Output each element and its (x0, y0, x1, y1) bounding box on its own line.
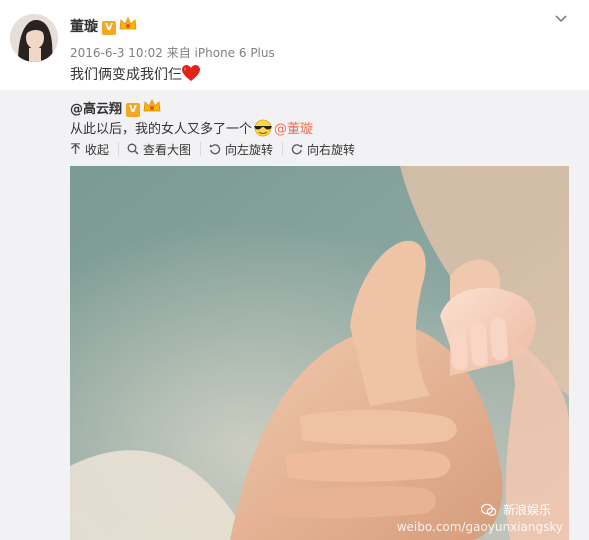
image-toolbar: 收起 查看大图 向左旋转 向右旋转 (70, 142, 372, 157)
author-line: 董璇 V (70, 16, 137, 36)
post-source[interactable]: iPhone 6 Plus (195, 46, 275, 60)
rotate-right-label: 向右旋转 (307, 142, 356, 157)
repost-block: @高云翔 V 从此以后，我的女人又多了一个 @董璇 收起 查看大图 向左旋转 向右旋… (0, 90, 589, 540)
repost-author-line: @高云翔 V (70, 98, 161, 117)
magnifier-icon (127, 143, 139, 155)
member-crown-icon (143, 99, 161, 113)
collapse-label: 收起 (85, 142, 110, 157)
member-crown-icon (119, 17, 137, 31)
collapse-up-icon (71, 143, 80, 154)
author-name[interactable]: 董璇 (70, 19, 98, 35)
repost-text-line: 从此以后，我的女人又多了一个 @董璇 (70, 118, 313, 141)
post-timestamp[interactable]: 2016-6-3 10:02 (70, 46, 163, 60)
repost-mention[interactable]: @董璇 (274, 122, 313, 137)
rotate-left-icon (209, 144, 221, 155)
watermark-brand-text: 新浪娱乐 (502, 503, 551, 517)
verified-v-icon: V (102, 21, 116, 35)
rotate-right-button[interactable]: 向右旋转 (291, 142, 364, 157)
rotate-left-label: 向左旋转 (225, 142, 274, 157)
view-large-label: 查看大图 (143, 142, 192, 157)
wechat-icon (480, 503, 497, 516)
sunglasses-emoji-icon (252, 119, 274, 141)
view-large-button[interactable]: 查看大图 (127, 142, 202, 157)
rotate-left-button[interactable]: 向左旋转 (209, 142, 284, 157)
verified-v-icon: V (126, 103, 141, 117)
post-meta: 2016-6-3 10:02 来自 iPhone 6 Plus (70, 44, 275, 61)
watermark-brand: 新浪娱乐 (480, 501, 551, 518)
avatar-portrait (10, 14, 58, 62)
repost-author[interactable]: @高云翔 (70, 102, 122, 117)
red-heart-icon (182, 65, 200, 86)
post-photo[interactable]: 新浪娱乐 weibo.com/gaoyunxiangsky (70, 166, 569, 540)
photo-hands-holding-baby-hand (70, 166, 569, 540)
collapse-button[interactable]: 收起 (70, 142, 120, 157)
chevron-down-icon[interactable] (553, 10, 569, 26)
post-text: 我们俩变成我们仨 (70, 67, 182, 83)
watermark-url: weibo.com/gaoyunxiangsky (396, 520, 563, 534)
weibo-post: 董璇 V 2016-6-3 10:02 来自 iPhone 6 Plus 我们俩变… (0, 0, 589, 540)
repost-text: 从此以后，我的女人又多了一个 (70, 122, 253, 137)
rotate-right-icon (291, 144, 303, 155)
source-prefix: 来自 (166, 46, 191, 60)
author-avatar[interactable] (10, 14, 58, 62)
post-text-line: 我们俩变成我们仨 (70, 64, 200, 86)
